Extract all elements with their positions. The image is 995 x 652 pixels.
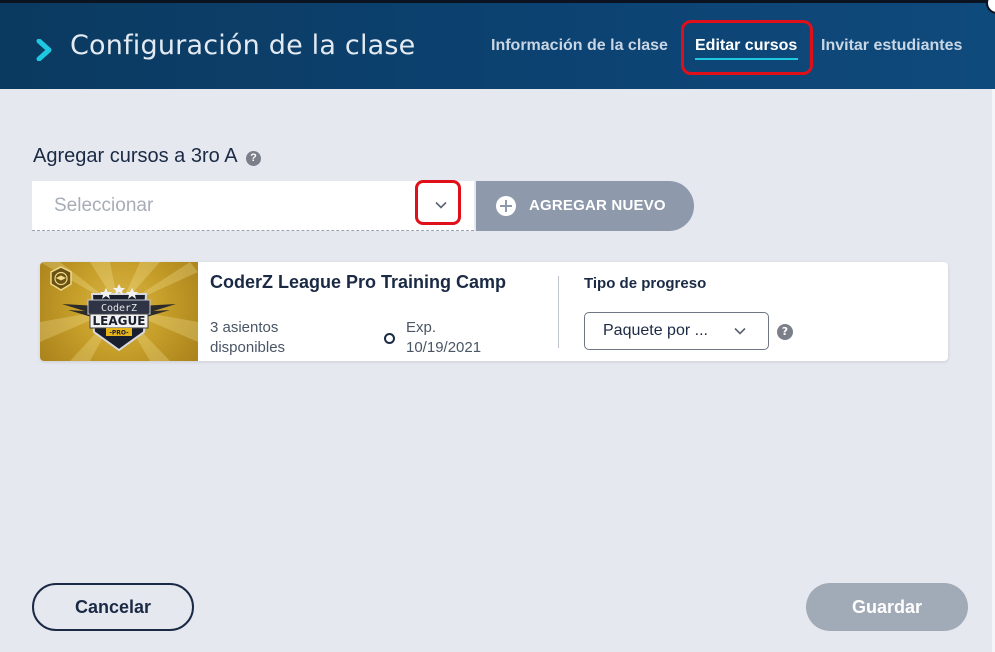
add-courses-heading: Agregar cursos a 3ro A ? — [33, 145, 262, 168]
plus-circle-icon — [496, 196, 516, 216]
course-card: CoderZ LEAGUE -PRO- CoderZ League Pro Tr… — [40, 262, 948, 361]
course-select[interactable]: Seleccionar — [32, 181, 474, 231]
course-thumbnail: CoderZ LEAGUE -PRO- — [40, 262, 198, 361]
logo-text-coderz: CoderZ — [101, 303, 137, 314]
chevron-down-icon — [734, 327, 746, 335]
expiration-label: Exp. — [406, 319, 437, 336]
add-new-button-label: AGREGAR NUEVO — [529, 197, 666, 214]
question-icon[interactable]: ? — [777, 324, 793, 340]
progress-type-select[interactable]: Paquete por ... — [584, 312, 769, 350]
card-divider — [558, 276, 559, 348]
question-icon[interactable]: ? — [246, 151, 262, 166]
logo-text-pro: -PRO- — [109, 330, 129, 337]
course-select-placeholder: Seleccionar — [54, 195, 154, 216]
course-title: CoderZ League Pro Training Camp — [210, 272, 507, 292]
save-button[interactable]: Guardar — [806, 583, 968, 631]
expiration: Exp. 10/19/2021 — [406, 318, 481, 358]
seats-available: 3 asientos disponibles — [210, 319, 286, 356]
highlight-edit-courses-tab — [681, 20, 813, 75]
add-new-button[interactable]: AGREGAR NUEVO — [476, 181, 694, 231]
add-courses-heading-text: Agregar cursos a 3ro A — [33, 145, 237, 167]
coderz-league-logo: CoderZ LEAGUE -PRO- — [40, 262, 198, 361]
tab-class-info[interactable]: Información de la clase — [491, 37, 668, 55]
progress-type-value: Paquete por ... — [603, 322, 708, 339]
highlight-select-chevron — [415, 180, 461, 225]
expiration-date: 10/19/2021 — [406, 339, 482, 356]
status-dot-icon — [384, 333, 395, 344]
cancel-button[interactable]: Cancelar — [32, 583, 194, 631]
page-title: Configuración de la clase — [70, 30, 416, 61]
tab-invite-students[interactable]: Invitar estudiantes — [821, 37, 962, 55]
progress-type-label: Tipo de progreso — [584, 275, 707, 292]
header-bar: Configuración de la clase Información de… — [0, 3, 995, 89]
chevron-right-icon — [36, 39, 52, 61]
logo-text-league: LEAGUE — [93, 314, 146, 328]
